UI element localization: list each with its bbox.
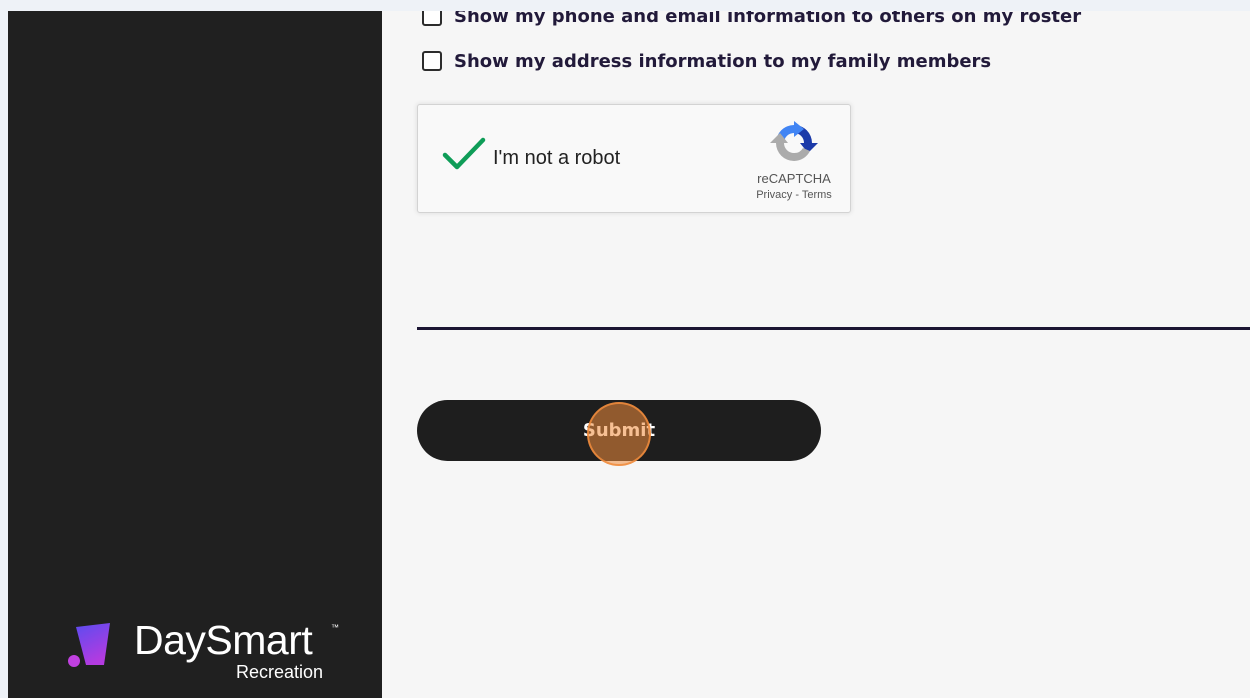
option-share-address[interactable]: Show my address information to my family… bbox=[422, 49, 991, 73]
recaptcha-terms-link[interactable]: Terms bbox=[802, 189, 832, 201]
section-divider bbox=[417, 327, 1250, 330]
app-frame: DaySmart ™ Recreation Show my phone and … bbox=[8, 11, 1250, 698]
recaptcha-brand: reCAPTCHA bbox=[757, 171, 831, 186]
sidebar: DaySmart ™ Recreation bbox=[8, 11, 382, 698]
brand-subtitle: Recreation bbox=[236, 662, 324, 682]
option-share-contact-label: Show my phone and email information to o… bbox=[454, 11, 1082, 27]
recaptcha-privacy-link[interactable]: Privacy bbox=[756, 189, 792, 201]
recaptcha-label: I'm not a robot bbox=[493, 147, 621, 169]
brand-trademark: ™ bbox=[331, 623, 339, 632]
recaptcha-logo-icon bbox=[770, 121, 818, 161]
option-share-address-label: Show my address information to my family… bbox=[454, 50, 992, 72]
daysmart-logo: DaySmart ™ Recreation bbox=[66, 617, 346, 689]
submit-button[interactable]: Submit bbox=[417, 400, 821, 461]
recaptcha-links: Privacy - Terms bbox=[718, 189, 870, 201]
checkmark-icon[interactable] bbox=[442, 137, 486, 173]
form-area: Show my phone and email information to o… bbox=[382, 11, 1250, 698]
checkbox-share-address[interactable] bbox=[422, 51, 442, 71]
recaptcha-link-separator: - bbox=[792, 189, 802, 201]
recaptcha-widget: I'm not a robot reCAPTCHA Privacy - Term… bbox=[417, 104, 851, 213]
checkbox-share-contact[interactable] bbox=[422, 11, 442, 26]
option-share-contact[interactable]: Show my phone and email information to o… bbox=[422, 11, 1081, 28]
daysmart-logo-icon bbox=[68, 623, 110, 667]
brand-name: DaySmart bbox=[134, 617, 313, 663]
